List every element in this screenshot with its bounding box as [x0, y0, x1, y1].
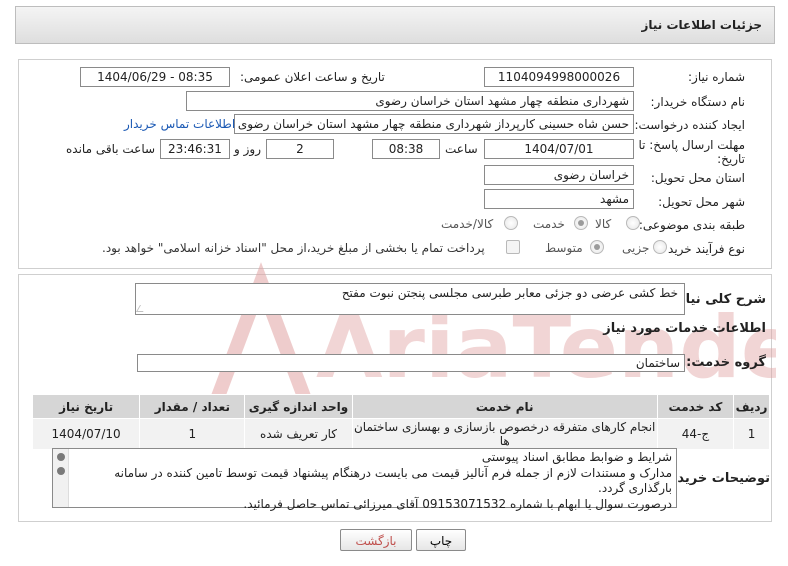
col-need-date: تاریخ نیاز — [31, 394, 141, 419]
scroll-up-dot[interactable] — [57, 453, 65, 461]
cell-need-date: 1404/07/10 — [31, 418, 141, 450]
notes-line-1: شرایط و ضوابط مطابق اسناد پیوستی — [481, 450, 672, 464]
days-field: 2 — [266, 139, 334, 159]
process-partial-label: جزیی — [622, 241, 650, 255]
col-quantity: تعداد / مقدار — [139, 394, 246, 419]
summary-text: خط کشی عرضی دو جزئی معابر طبرسی مجلسی پن… — [341, 286, 678, 300]
category-goods-service-label: کالا/خدمت — [441, 217, 494, 231]
category-service-radio[interactable] — [574, 216, 588, 230]
process-medium-radio[interactable] — [590, 240, 604, 254]
announce-label: تاریخ و ساعت اعلان عمومی: — [240, 70, 385, 84]
page-title: جزئیات اطلاعات نیاز — [641, 18, 762, 32]
services-table: ردیف کد خدمت نام خدمت واحد اندازه گیری ت… — [31, 394, 770, 450]
deadline-date-label: تاریخ: — [717, 152, 745, 166]
summary-textarea[interactable]: خط کشی عرضی دو جزئی معابر طبرسی مجلسی پن… — [135, 283, 685, 315]
cell-service-code: ج-44 — [656, 418, 735, 450]
deadline-label: مهلت ارسال پاسخ: تا — [638, 138, 745, 152]
buyer-notes-box[interactable]: شرایط و ضوابط مطابق اسناد پیوستی مدارک و… — [52, 448, 677, 511]
deadline-time-field: 08:38 — [372, 139, 440, 159]
buyer-org-label: نام دستگاه خریدار: — [650, 95, 746, 109]
service-group-field: ساختمان — [137, 354, 685, 372]
category-goods-label: کالا — [595, 217, 612, 231]
need-number-label: شماره نیاز: — [688, 70, 745, 84]
creator-label: ایجاد کننده درخواست: — [634, 118, 745, 132]
days-label: روز و — [234, 142, 261, 156]
col-service-code: کد خدمت — [656, 394, 735, 419]
table-row: 1 ج-44 انجام کارهای متفرقه درخصوص بازساز… — [31, 418, 770, 450]
buyer-org-field: شهرداری منطقه چهار مشهد استان خراسان رضو… — [186, 91, 634, 111]
category-goods-radio[interactable] — [626, 216, 640, 230]
remaining-time-field: 23:46:31 — [160, 139, 230, 159]
panel-header: جزئیات اطلاعات نیاز — [15, 6, 775, 44]
cell-quantity: 1 — [139, 418, 246, 450]
notes-line-2: مدارک و مستندات لازم از جمله فرم آنالیز … — [114, 465, 672, 480]
process-medium-label: متوسط — [545, 241, 583, 255]
category-service-label: خدمت — [533, 217, 565, 231]
cell-unit: کار تعریف شده — [244, 418, 353, 450]
cell-service-name: انجام کارهای متفرقه درخصوص بازسازی و بهس… — [351, 418, 658, 450]
process-label: نوع فرآیند خرید : — [660, 242, 745, 256]
table-header-row: ردیف کد خدمت نام خدمت واحد اندازه گیری ت… — [31, 394, 770, 419]
notes-scrollbar[interactable] — [53, 449, 69, 507]
col-unit: واحد اندازه گیری — [244, 394, 353, 419]
scroll-down-dot[interactable] — [57, 467, 65, 475]
need-number-field: 1104094998000026 — [484, 67, 634, 87]
announce-field: 1404/06/29 - 08:35 — [80, 67, 230, 87]
need-details-page: جزئیات اطلاعات نیاز شماره نیاز: 11040949… — [0, 0, 788, 566]
province-field: خراسان رضوی — [484, 165, 634, 185]
back-button[interactable]: بازگشت — [340, 529, 412, 551]
city-label: شهر محل تحویل: — [658, 195, 745, 209]
deadline-time-label: ساعت — [445, 142, 478, 156]
process-partial-radio[interactable] — [653, 240, 667, 254]
category-goods-service-radio[interactable] — [504, 216, 518, 230]
category-label: طبقه بندی موضوعی: — [638, 218, 745, 232]
creator-field: حسن شاه حسینی کارپرداز شهرداری منطقه چها… — [234, 114, 634, 134]
city-field: مشهد — [484, 189, 634, 209]
service-group-label: گروه خدمت: — [686, 355, 766, 370]
treasury-payment-note: پرداخت تمام یا بخشی از مبلغ خرید،از محل … — [102, 241, 485, 255]
print-button[interactable]: چاپ — [416, 529, 466, 551]
col-service-name: نام خدمت — [351, 394, 658, 419]
notes-line-4: درصورت سوال یا ابهام با شماره 0915307153… — [243, 496, 672, 511]
col-row: ردیف — [733, 394, 770, 419]
remaining-label: ساعت باقی مانده — [66, 142, 156, 156]
cell-row: 1 — [733, 418, 770, 450]
treasury-payment-checkbox[interactable] — [506, 240, 520, 254]
notes-line-3: بارگذاری گردد. — [598, 481, 672, 495]
province-label: استان محل تحویل: — [650, 171, 745, 185]
summary-label: شرح کلی نیاز: — [672, 292, 766, 307]
deadline-date-field: 1404/07/01 — [484, 139, 634, 159]
buyer-contact-link[interactable]: اطلاعات تماس خریدار — [124, 117, 235, 131]
resize-handle[interactable] — [135, 305, 148, 312]
services-section-title: اطلاعات خدمات مورد نیاز — [603, 321, 766, 336]
